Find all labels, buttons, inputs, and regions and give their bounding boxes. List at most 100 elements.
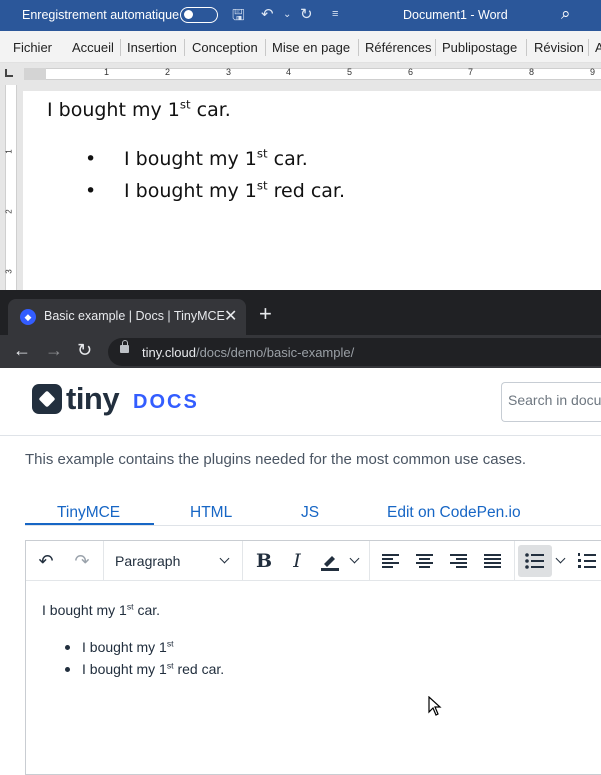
editor-list-item: I bought my 1st <box>65 639 174 655</box>
numbered-list-icon[interactable] <box>576 541 596 581</box>
search-icon[interactable]: ⌕ <box>561 4 571 24</box>
editor-paragraph: I bought my 1st car. <box>42 601 161 618</box>
block-format-value: Paragraph <box>115 553 181 569</box>
forward-icon[interactable]: → <box>45 340 63 361</box>
tinymce-favicon-icon: ◆ <box>20 309 36 325</box>
tiny-logo-icon[interactable] <box>32 384 62 414</box>
ruler-margin <box>24 68 46 80</box>
undo-dropdown-icon[interactable]: ⌄ <box>283 9 291 20</box>
tab-js[interactable]: JS <box>301 504 319 522</box>
word-bullet-item: • I bought my 1st red car. <box>85 178 346 202</box>
chevron-down-icon[interactable] <box>555 553 566 564</box>
tiny-wordmark[interactable]: tiny <box>66 381 120 417</box>
toolbar-separator <box>514 541 515 581</box>
tab-conception[interactable]: Conception <box>192 40 258 55</box>
vertical-ruler: 1 2 3 <box>5 85 17 290</box>
editor-toolbar: ↶ ↷ Paragraph B I <box>26 541 601 581</box>
example-description: This example contains the plugins needed… <box>25 451 527 468</box>
autosave-label: Enregistrement automatique <box>22 8 180 22</box>
editor-content[interactable]: I bought my 1st car. I bought my 1st I b… <box>26 582 601 775</box>
bullet-list-icon <box>525 553 544 569</box>
ribbon-separator <box>265 39 266 56</box>
tab-selector-icon[interactable] <box>5 69 13 77</box>
bold-icon[interactable]: B <box>252 541 276 581</box>
ribbon-separator <box>526 39 527 56</box>
reload-icon[interactable]: ↻ <box>77 340 92 361</box>
tab-publipostage[interactable]: Publipostage <box>442 40 517 55</box>
browser-tab-strip: ◆ Basic example | Docs | TinyMCE ✕ + <box>0 290 601 335</box>
tab-tinymce[interactable]: TinyMCE <box>57 504 120 522</box>
ribbon-separator <box>184 39 185 56</box>
docs-label[interactable]: DOCS <box>133 391 199 414</box>
ruler-number: 9 <box>590 67 596 77</box>
docs-header: tiny DOCS <box>0 368 601 436</box>
ruler-number: 3 <box>226 67 232 77</box>
docs-search-box[interactable] <box>501 382 601 422</box>
redo-icon[interactable]: ↻ <box>300 5 313 23</box>
ruler-number: 3 <box>4 269 14 274</box>
ruler-number: 8 <box>529 67 535 77</box>
align-justify-icon[interactable] <box>484 554 501 568</box>
tab-revision[interactable]: Révision <box>534 40 584 55</box>
tab-truncated[interactable]: A <box>595 40 601 55</box>
word-paragraph: I bought my 1st car. <box>47 97 231 121</box>
toolbar-separator <box>369 541 370 581</box>
address-bar[interactable]: tiny.cloud/docs/demo/basic-example/ <box>108 338 601 366</box>
highlight-color-icon[interactable] <box>318 541 342 581</box>
ribbon-separator <box>358 39 359 56</box>
tab-edit-on-codepen[interactable]: Edit on CodePen.io <box>387 504 521 522</box>
ruler-number: 2 <box>4 209 14 214</box>
ruler-number: 4 <box>286 67 292 77</box>
ruler-number: 1 <box>104 67 110 77</box>
block-format-select[interactable]: Paragraph <box>115 541 243 581</box>
word-titlebar: Enregistrement automatique 🖫 ↶ ⌄ ↻ ≡ Doc… <box>0 0 601 31</box>
word-document-area: 1 2 3 I bought my 1st car. • I bought my … <box>0 85 601 290</box>
align-right-icon[interactable] <box>450 554 467 568</box>
ribbon-separator <box>435 39 436 56</box>
browser-toolbar: ← → ↻ tiny.cloud/docs/demo/basic-example… <box>0 335 601 368</box>
ruler-number: 1 <box>4 149 14 154</box>
align-center-icon[interactable] <box>416 554 433 568</box>
tab-references[interactable]: Références <box>365 40 431 55</box>
tab-fichier[interactable]: Fichier <box>13 40 52 55</box>
toolbar-separator <box>103 541 104 581</box>
tab-insertion[interactable]: Insertion <box>127 40 177 55</box>
editor-list-item: I bought my 1st red car. <box>65 661 224 677</box>
word-page[interactable]: I bought my 1st car. • I bought my 1st ca… <box>23 91 601 290</box>
ruler-number: 7 <box>468 67 474 77</box>
new-tab-icon[interactable]: + <box>259 303 272 325</box>
document-title: Document1 - Word <box>403 8 508 22</box>
chevron-down-icon[interactable] <box>349 553 360 564</box>
browser-tab[interactable]: ◆ Basic example | Docs | TinyMCE ✕ <box>8 299 246 335</box>
horizontal-ruler: 1 2 3 4 5 6 7 8 9 <box>0 63 601 85</box>
word-bullet-item: • I bought my 1st car. <box>85 146 308 170</box>
lock-icon[interactable] <box>120 340 129 353</box>
tinymce-editor: ↶ ↷ Paragraph B I I bought my 1st car. I… <box>25 540 601 775</box>
back-icon[interactable]: ← <box>13 340 31 361</box>
demo-tabs: TinyMCE HTML JS Edit on CodePen.io <box>25 500 601 526</box>
redo-icon[interactable]: ↷ <box>70 541 94 581</box>
search-input[interactable] <box>508 392 601 408</box>
save-icon[interactable]: 🖫 <box>232 5 245 30</box>
ruler-number: 5 <box>347 67 353 77</box>
word-ribbon-tabs: Fichier Accueil Insertion Conception Mis… <box>0 31 601 63</box>
italic-icon[interactable]: I <box>285 541 309 581</box>
tab-accueil[interactable]: Accueil <box>72 40 114 55</box>
ruler-body <box>24 68 601 80</box>
url-text: tiny.cloud/docs/demo/basic-example/ <box>142 345 355 360</box>
active-tab-indicator <box>25 523 154 525</box>
tab-html[interactable]: HTML <box>190 504 232 522</box>
align-left-icon[interactable] <box>382 554 399 568</box>
ruler-number: 6 <box>408 67 414 77</box>
customize-toolbar-icon[interactable]: ≡ <box>332 8 338 20</box>
undo-icon[interactable]: ↶ <box>261 5 274 23</box>
ribbon-separator <box>120 39 121 56</box>
undo-icon[interactable]: ↶ <box>34 541 58 581</box>
ruler-number: 2 <box>165 67 171 77</box>
tab-mise-en-page[interactable]: Mise en page <box>272 40 350 55</box>
close-icon[interactable]: ✕ <box>224 306 237 326</box>
bullet-list-button[interactable] <box>518 545 552 577</box>
ribbon-separator <box>588 39 589 56</box>
autosave-toggle[interactable] <box>180 7 218 23</box>
toolbar-separator <box>242 541 243 581</box>
